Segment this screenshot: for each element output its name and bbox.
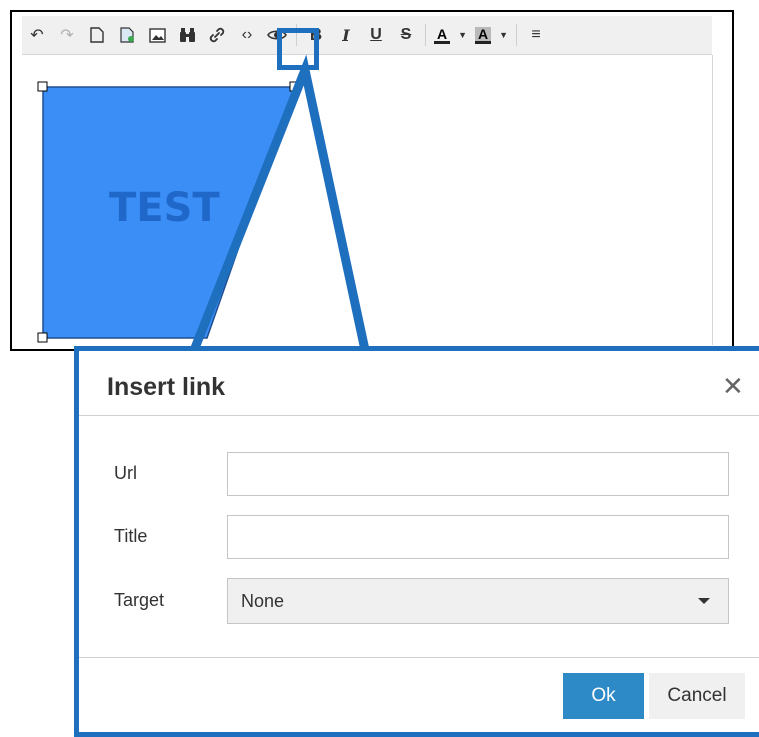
dialog-footer-divider (79, 657, 759, 658)
resize-handle[interactable] (37, 81, 48, 92)
title-input[interactable] (227, 515, 729, 559)
resize-handle[interactable] (37, 332, 48, 343)
title-label: Title (114, 526, 148, 546)
target-select-value: None (241, 590, 285, 611)
dialog-header-divider (79, 415, 759, 416)
target-select[interactable]: None (227, 578, 729, 624)
dialog-title: Insert link (107, 373, 226, 401)
link-button-highlight (277, 28, 319, 70)
ok-button[interactable]: Ok (563, 673, 644, 719)
url-input[interactable] (227, 452, 729, 496)
insert-link-dialog: Insert link ✕ Url Title Target None Ok C… (74, 346, 759, 737)
cancel-button[interactable]: Cancel (649, 673, 745, 719)
close-icon[interactable]: ✕ (722, 373, 744, 399)
url-label: Url (114, 463, 137, 483)
shape-label: TEST (109, 185, 220, 231)
chevron-down-icon (698, 598, 710, 604)
target-label: Target (114, 590, 165, 610)
